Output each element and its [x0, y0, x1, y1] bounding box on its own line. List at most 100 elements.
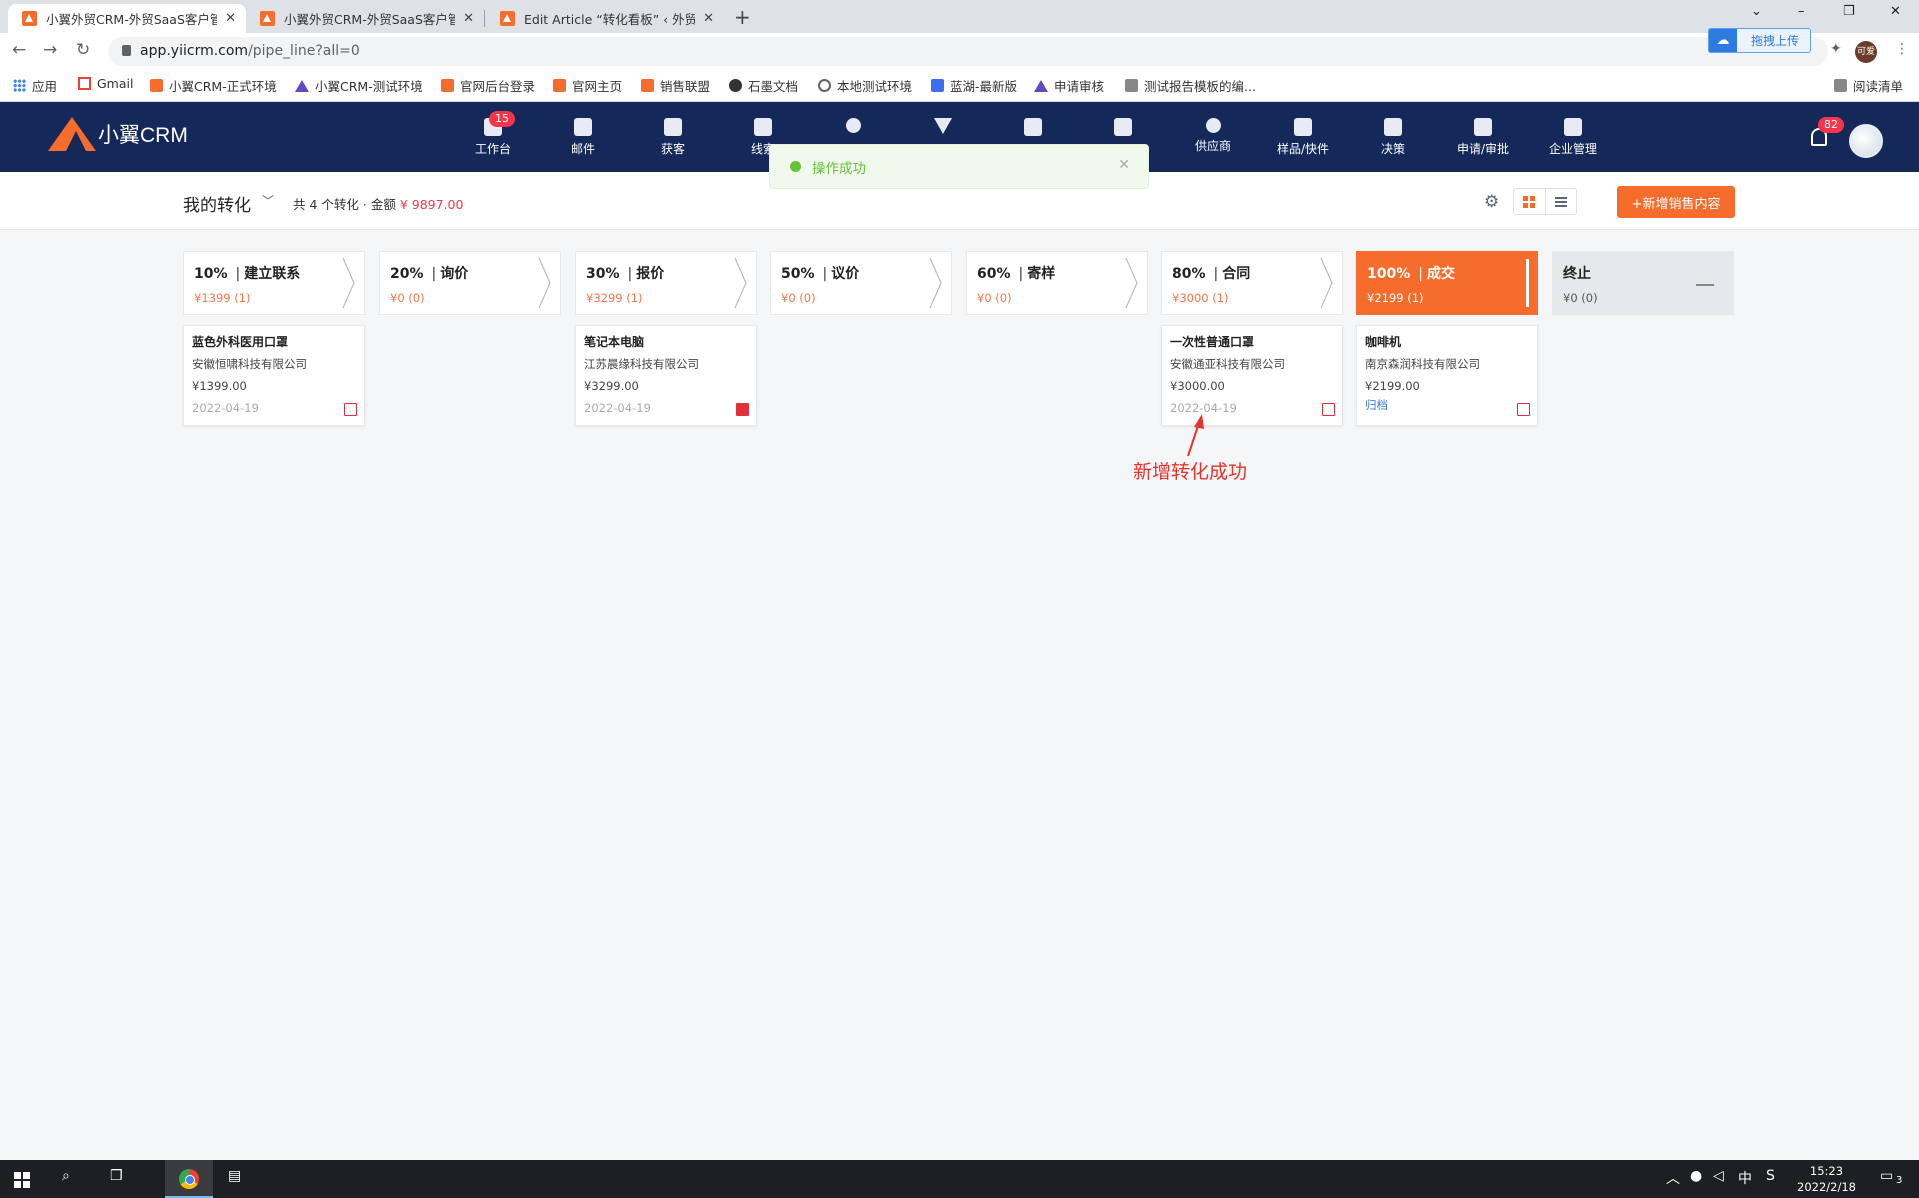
reading-list[interactable]: 阅读清单	[1834, 76, 1903, 95]
profile-avatar[interactable]: 可爱	[1855, 41, 1877, 63]
clock[interactable]: 15:23 2022/2/18	[1797, 1163, 1856, 1195]
sogou-icon[interactable]: S	[1766, 1168, 1775, 1184]
list-view-button[interactable]	[1544, 189, 1576, 214]
forward-icon[interactable]: →	[43, 40, 57, 60]
upload-extension-button[interactable]: ☁ 拖拽上传	[1708, 28, 1811, 53]
bookmark-item[interactable]: 小翼CRM-正式环境	[150, 76, 277, 95]
bookmark-item[interactable]: 蓝湖-最新版	[931, 76, 1017, 95]
deal-title: 笔记本电脑	[584, 335, 645, 349]
back-icon[interactable]: ←	[12, 40, 26, 60]
bookmark-item[interactable]: 官网后台登录	[441, 76, 535, 95]
deal-title: 一次性普通口罩	[1170, 335, 1255, 349]
nav-item-contacts[interactable]	[818, 118, 888, 137]
nav-item-mail[interactable]: 邮件	[548, 118, 618, 157]
notepad-icon[interactable]: ▤	[228, 1168, 241, 1184]
calendar-add-icon[interactable]	[1517, 403, 1530, 416]
bookmark-item[interactable]: 销售联盟	[641, 76, 710, 95]
menu-icon[interactable]: ⋮	[1895, 41, 1909, 57]
page-title[interactable]: 我的转化	[183, 191, 251, 216]
taskbar-chrome[interactable]	[165, 1160, 213, 1198]
windows-start-icon[interactable]	[14, 1172, 30, 1188]
nav-item-decision[interactable]: 决策	[1358, 118, 1428, 157]
wechat-icon[interactable]: ●	[1690, 1168, 1702, 1184]
add-sales-button[interactable]: +新增销售内容	[1617, 186, 1735, 218]
bookmark-item[interactable]: 官网主页	[553, 76, 622, 95]
minimize-icon[interactable]: –	[1798, 4, 1805, 19]
browser-tab-3[interactable]: Edit Article “转化看板” ‹ 外贸CR ✕	[486, 4, 724, 33]
notification-count: 3	[1896, 1175, 1903, 1186]
nav-item-pipeline[interactable]	[908, 118, 978, 138]
stage-column-header: 50% | 议价 ¥0 (0)	[770, 251, 952, 315]
deal-card[interactable]: 笔记本电脑 江苏晨缘科技有限公司 ¥3299.00 2022-04-19	[575, 325, 757, 426]
board-view-button[interactable]	[1514, 189, 1545, 214]
deal-company: 安徽恒啸科技有限公司	[192, 357, 307, 371]
stage-amount: ¥0 (0)	[977, 291, 1012, 305]
crm-favicon-icon	[22, 11, 37, 26]
calendar-add-icon[interactable]	[344, 403, 357, 416]
nav-item-products[interactable]	[1088, 118, 1158, 140]
deal-card[interactable]: 咖啡机 南京森润科技有限公司 ¥2199.00 归档	[1356, 325, 1538, 426]
tab-title: Edit Article “转化看板” ‹ 外贸CR	[524, 12, 696, 27]
nav-item-supplier[interactable]: 供应商	[1178, 118, 1248, 154]
close-icon[interactable]: ✕	[703, 11, 714, 26]
browser-tabbar: 小翼外贸CRM-外贸SaaS客户管理 ✕ 小翼外贸CRM-外贸SaaS客户管理 …	[0, 0, 1919, 33]
logo-icon	[48, 117, 96, 151]
deal-date: 2022-04-19	[584, 401, 651, 415]
nav-item-samples[interactable]: 样品/快件	[1268, 118, 1338, 157]
new-tab-button[interactable]: +	[734, 5, 751, 29]
bookmark-item[interactable]: 应用	[13, 76, 57, 95]
user-avatar[interactable]	[1849, 124, 1883, 158]
triangle-icon	[295, 79, 309, 92]
reload-icon[interactable]: ↻	[76, 40, 90, 60]
calendar-overdue-icon[interactable]	[736, 403, 749, 416]
crm-icon	[441, 79, 454, 92]
contact-icon	[845, 118, 861, 133]
stage-amount: ¥0 (0)	[781, 291, 816, 305]
volume-icon[interactable]: ◁	[1713, 1168, 1724, 1184]
url-input[interactable]: app.yiicrm.com/pipe_line?all=0	[108, 37, 1828, 66]
calendar-add-icon[interactable]	[1322, 403, 1335, 416]
nav-item-company[interactable]: 企业管理	[1538, 118, 1608, 157]
deal-company: 江苏晨缘科技有限公司	[584, 357, 699, 371]
bookmark-item[interactable]: 小翼CRM-测试环境	[295, 76, 423, 95]
close-icon[interactable]: ✕	[225, 11, 236, 26]
crm-favicon-icon	[500, 11, 515, 26]
chevron-up-icon[interactable]: ︿	[1666, 1168, 1680, 1188]
search-icon[interactable]: ⌕	[62, 1168, 70, 1184]
extensions-icon[interactable]: ✦	[1830, 41, 1842, 57]
deal-amount: ¥1399.00	[192, 379, 247, 393]
bookmark-item[interactable]: Gmail	[78, 76, 133, 91]
deal-card[interactable]: 蓝色外科医用口罩 安徽恒啸科技有限公司 ¥1399.00 2022-04-19	[183, 325, 365, 426]
stage-arrow-icon	[734, 257, 747, 309]
summary-amount: ¥ 9897.00	[399, 197, 464, 212]
notification-badge: 82	[1818, 117, 1844, 133]
stage-arrow-icon	[929, 257, 942, 309]
acquire-icon	[664, 118, 682, 136]
chrome-icon	[179, 1169, 199, 1189]
maximize-icon[interactable]: ❐	[1843, 4, 1855, 19]
deal-card[interactable]: 一次性普通口罩 安徽通亚科技有限公司 ¥3000.00 2022-04-19	[1161, 325, 1343, 426]
globe-icon	[818, 79, 831, 92]
annotation-arrow-icon	[1187, 414, 1204, 457]
browser-tab-1[interactable]: 小翼外贸CRM-外贸SaaS客户管理 ✕	[8, 4, 246, 33]
bookmark-item[interactable]: 申请审核	[1034, 76, 1104, 95]
app-logo[interactable]: 小翼CRM	[48, 117, 188, 151]
chevron-down-icon[interactable]: ﹀	[262, 192, 274, 209]
close-icon[interactable]: ✕	[1118, 157, 1130, 173]
bookmark-item[interactable]: 石墨文档	[729, 76, 798, 95]
view-toggle	[1513, 188, 1577, 215]
nav-item-orders[interactable]	[998, 118, 1068, 140]
bookmark-item[interactable]: 测试报告模板的编...	[1125, 76, 1256, 95]
archive-link[interactable]: 归档	[1365, 397, 1529, 413]
gear-icon[interactable]: ⚙	[1484, 192, 1499, 212]
close-icon[interactable]: ✕	[463, 11, 474, 26]
window-close-icon[interactable]: ✕	[1890, 4, 1901, 19]
notifications-icon[interactable]: ▭	[1880, 1168, 1893, 1184]
bookmark-item[interactable]: 本地测试环境	[818, 76, 912, 95]
ime-indicator[interactable]: 中	[1738, 1168, 1752, 1188]
tab-search-icon[interactable]: ⌄	[1751, 4, 1762, 19]
task-view-icon[interactable]: ❒	[110, 1168, 123, 1184]
nav-item-acquire[interactable]: 获客	[638, 118, 708, 157]
browser-tab-2[interactable]: 小翼外贸CRM-外贸SaaS客户管理 ✕	[246, 4, 484, 33]
nav-item-approval[interactable]: 申请/审批	[1448, 118, 1518, 157]
